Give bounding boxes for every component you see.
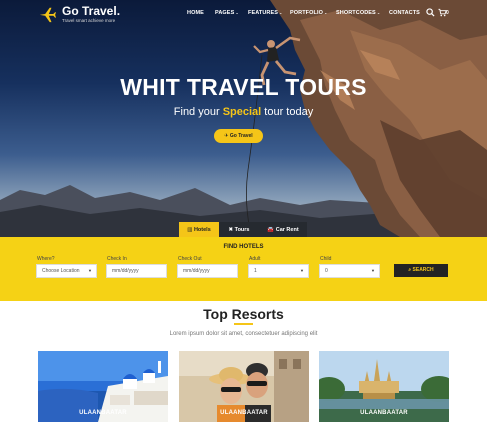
top-navigation: Go Travel. Travel smart achieve more HOM… <box>0 0 487 30</box>
search-icon[interactable] <box>426 8 435 17</box>
section-title: Top Resorts <box>203 306 284 322</box>
hero-title: WHIT TRAVEL TOURS <box>120 74 367 100</box>
chevron-down-icon: ⌄ <box>376 10 381 15</box>
dropdown-arrow-icon: ▼ <box>300 268 304 273</box>
hero-banner <box>0 0 487 237</box>
nav-item-pages[interactable]: PAGES⌄ <box>215 10 239 16</box>
climber-background-image <box>0 0 487 237</box>
go-travel-button[interactable]: ✈ Go Travel <box>214 129 263 143</box>
resort-card[interactable]: ULAANBAATAR <box>319 351 449 422</box>
tab-tours[interactable]: ✖ Tours <box>219 222 259 238</box>
resort-card-label: ULAANBAATAR <box>220 410 268 416</box>
main-menu: HOME PAGES⌄ FEATURES⌄ PORTFOLIO⌄ SHORTCO… <box>0 10 487 20</box>
search-form-title: FIND HOTELS <box>223 244 264 250</box>
location-select[interactable]: Choose Location ▼ <box>36 264 97 278</box>
check-out-label: Check Out <box>178 256 202 262</box>
section-subtitle: Lorem ipsum dolor sit amet, consectetuer… <box>169 331 318 337</box>
building-icon: ▥ <box>187 227 193 233</box>
resort-card-label: ULAANBAATAR <box>360 410 408 416</box>
tab-hotels[interactable]: ▥ Hotels <box>179 222 219 238</box>
dropdown-arrow-icon: ▼ <box>88 268 92 273</box>
car-icon: 🚘 <box>267 227 275 233</box>
resort-card[interactable]: ULAANBAATAR <box>179 351 309 422</box>
adult-label: Adult <box>249 256 261 262</box>
where-label: Where? <box>37 256 55 262</box>
nav-item-features[interactable]: FEATURES⌄ <box>248 10 283 16</box>
chevron-down-icon: ⌄ <box>279 10 283 15</box>
adult-select[interactable]: 1 ▼ <box>248 264 309 278</box>
check-in-label: Check In <box>107 256 127 262</box>
dropdown-arrow-icon: ▼ <box>371 268 375 273</box>
hero-subtitle-highlight: Special <box>222 106 262 118</box>
resort-card-label: ULAANBAATAR <box>79 410 127 416</box>
nav-item-contacts[interactable]: CONTACTS <box>389 10 420 16</box>
title-underline <box>234 323 253 325</box>
search-button[interactable]: ⌕ SEARCH <box>394 264 448 277</box>
nav-item-home[interactable]: HOME <box>187 10 204 16</box>
child-label: Child <box>320 256 332 262</box>
check-out-date-field[interactable]: mm/dd/yyyy <box>177 264 238 278</box>
cart-count: 0 <box>446 10 449 16</box>
chevron-down-icon: ⌄ <box>323 10 328 15</box>
chevron-down-icon: ⌄ <box>235 10 239 15</box>
resort-card[interactable]: ULAANBAATAR <box>38 351 168 422</box>
nav-item-portfolio[interactable]: PORTFOLIO⌄ <box>290 10 327 16</box>
tab-car-rent[interactable]: 🚘 Car Rent <box>259 222 307 238</box>
nav-item-shortcodes[interactable]: SHORTCODES⌄ <box>336 10 380 16</box>
tools-icon: ✖ <box>228 227 234 233</box>
check-in-date-field[interactable]: mm/dd/yyyy <box>106 264 167 278</box>
hotel-search-form: FIND HOTELS Where? Choose Location ▼ Chec… <box>0 237 487 301</box>
child-select[interactable]: 0 ▼ <box>319 264 380 278</box>
hero-subtitle: Find your Special tour today <box>173 106 314 118</box>
